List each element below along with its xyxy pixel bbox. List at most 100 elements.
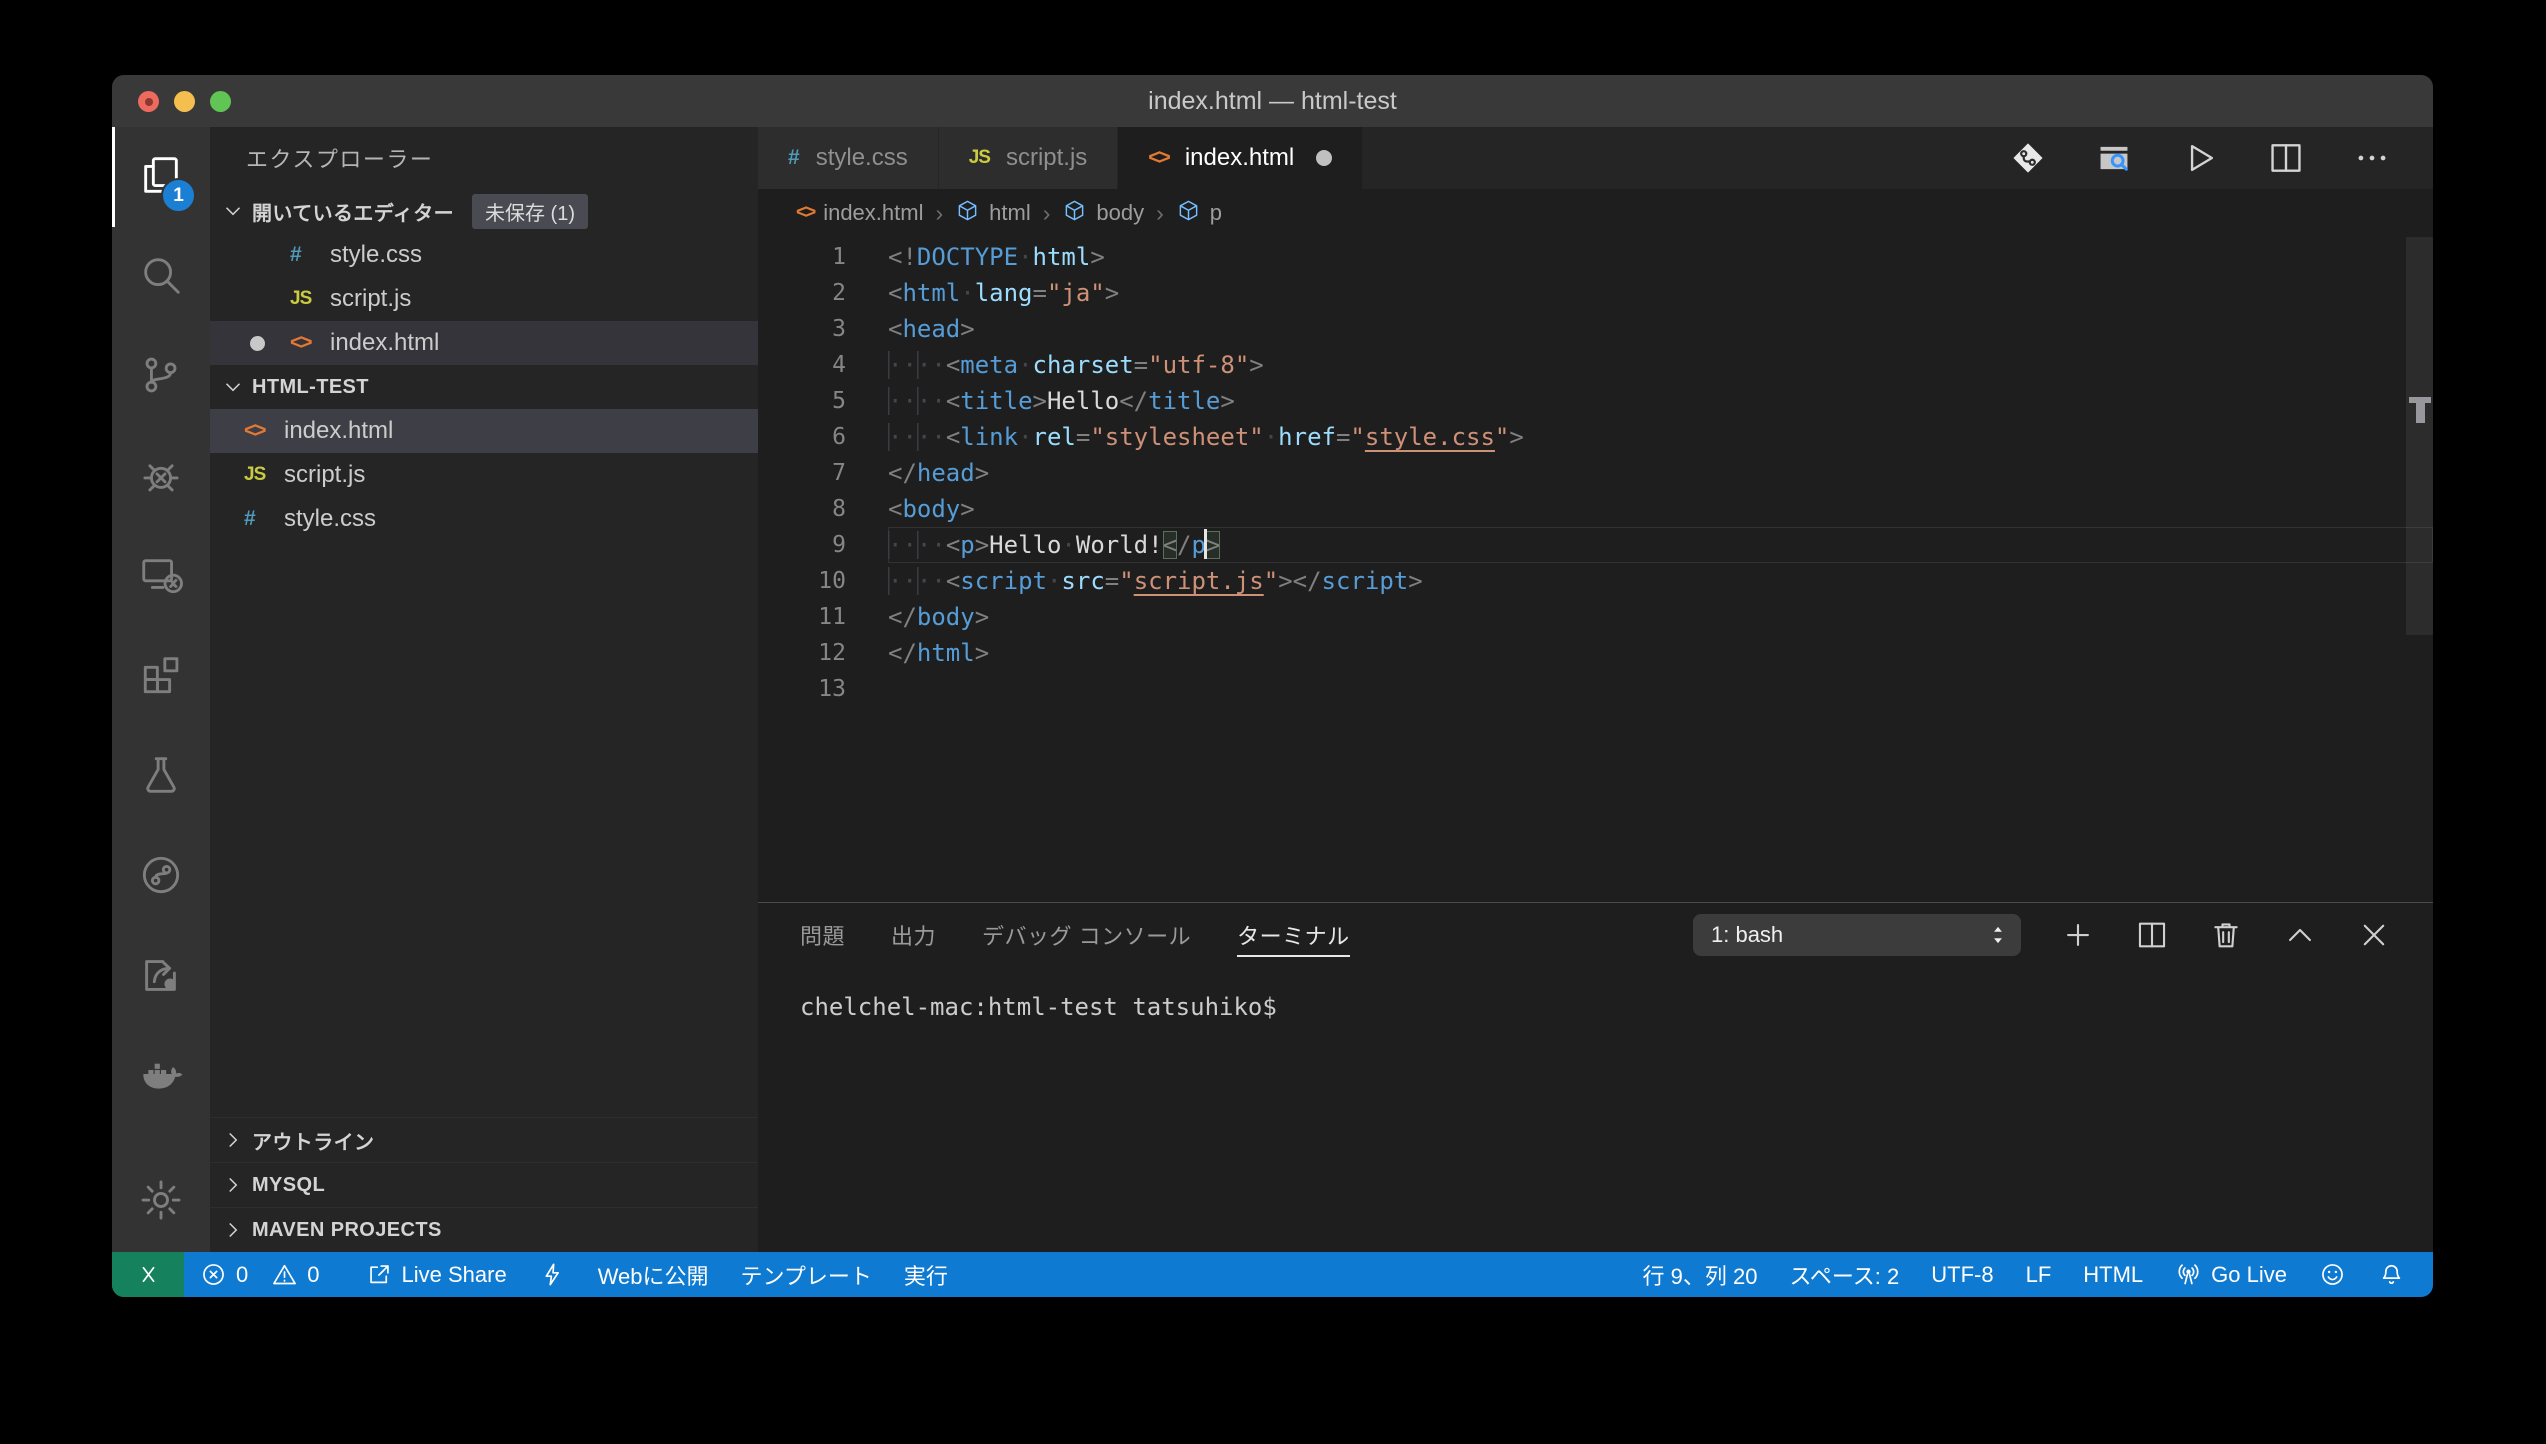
status-language-mode[interactable]: HTML xyxy=(2067,1252,2159,1297)
explorer-sidebar: エクスプローラー 開いているエディター未保存 (1)#style.cssJSsc… xyxy=(210,127,758,1252)
section-maven-projects[interactable]: MAVEN PROJECTS xyxy=(210,1207,758,1252)
status-publish-web[interactable]: Webに公開 xyxy=(582,1252,725,1297)
bell-icon xyxy=(2378,1261,2405,1288)
activity-item-remote-explorer[interactable] xyxy=(112,527,210,627)
status-notifications[interactable] xyxy=(2362,1252,2421,1297)
activity-item-source-control[interactable] xyxy=(112,327,210,427)
open-editors-header[interactable]: 開いているエディター未保存 (1) xyxy=(210,189,758,233)
error-icon xyxy=(200,1261,227,1288)
line-number: 13 xyxy=(758,671,846,707)
section-label: MAVEN PROJECTS xyxy=(252,1219,442,1242)
tab-dirty-dot[interactable] xyxy=(1316,150,1332,166)
breadcrumb-item-index.html[interactable]: <>index.html xyxy=(796,200,923,226)
close-button[interactable] xyxy=(2357,918,2391,952)
activity-item-git-graph[interactable] xyxy=(112,827,210,927)
activity-item-extensions[interactable] xyxy=(112,627,210,727)
panel-tab-デバッグ コンソール[interactable]: デバッグ コンソール xyxy=(982,903,1191,967)
dirty-indicator-slot xyxy=(250,336,290,351)
breadcrumb-item-body[interactable]: body xyxy=(1062,198,1144,229)
more-button[interactable] xyxy=(2353,139,2391,177)
activity-item-live-share[interactable] xyxy=(112,927,210,1027)
tab-index.html[interactable]: <>index.html xyxy=(1118,127,1363,189)
status-indentation[interactable]: スペース: 2 xyxy=(1773,1252,1915,1297)
editor-actions xyxy=(2009,127,2433,189)
tab-script.js[interactable]: JSscript.js xyxy=(939,127,1119,189)
code-line-11: 11</body> xyxy=(758,599,2433,635)
status-encoding[interactable]: UTF-8 xyxy=(1915,1252,2009,1297)
line-number: 12 xyxy=(758,635,846,671)
status-problems[interactable]: 00 xyxy=(184,1252,350,1297)
breadcrumb-label: p xyxy=(1210,200,1222,226)
close-window-button[interactable] xyxy=(138,91,159,112)
section-mysql[interactable]: MYSQL xyxy=(210,1162,758,1207)
open-editor-item[interactable]: #style.css xyxy=(210,233,758,277)
tab-style.css[interactable]: #style.css xyxy=(758,127,939,189)
git-compare-button[interactable] xyxy=(2009,139,2047,177)
status-bolt[interactable] xyxy=(523,1252,582,1297)
terminal-select-value: 1: bash xyxy=(1711,922,1783,948)
code-line-13: 13 xyxy=(758,671,2433,707)
status-eol[interactable]: LF xyxy=(2010,1252,2068,1297)
terminal-select[interactable]: 1: bash xyxy=(1693,914,2021,956)
activity-item-docker[interactable] xyxy=(112,1027,210,1127)
window-title: index.html — html-test xyxy=(1148,87,1397,116)
breadcrumb-item-html[interactable]: html xyxy=(955,198,1031,229)
code-line-2: 2<html·lang="ja"> xyxy=(758,275,2433,311)
line-content: ····<meta·charset="utf-8"> xyxy=(888,347,2433,383)
sidebar-bottom-sections: アウトライン MYSQL MAVEN PROJECTS xyxy=(210,1117,758,1252)
tree-item[interactable]: <>index.html xyxy=(210,409,758,453)
gear-icon xyxy=(138,1177,184,1228)
add-button[interactable] xyxy=(2061,918,2095,952)
zoom-window-button[interactable] xyxy=(210,91,231,112)
close-icon xyxy=(2357,918,2391,952)
folder-header[interactable]: HTML-TEST xyxy=(210,365,758,409)
status-feedback[interactable] xyxy=(2303,1252,2362,1297)
chevron-up-button[interactable] xyxy=(2283,918,2317,952)
status-remote[interactable] xyxy=(112,1252,184,1297)
extensions-icon xyxy=(138,652,184,703)
panel-tab-ターミナル[interactable]: ターミナル xyxy=(1237,903,1350,967)
editor-scrollbar[interactable] xyxy=(2406,237,2433,635)
activity-item-debug[interactable] xyxy=(112,427,210,527)
html-file-icon: <> xyxy=(796,202,814,224)
minimize-window-button[interactable] xyxy=(174,91,195,112)
activity-item-settings[interactable] xyxy=(112,1152,210,1252)
tree-item[interactable]: JSscript.js xyxy=(210,453,758,497)
split-editor-button[interactable] xyxy=(2267,139,2305,177)
split-terminal-button[interactable] xyxy=(2135,918,2169,952)
panel-tab-問題[interactable]: 問題 xyxy=(800,903,845,967)
panel-controls: 1: bash xyxy=(1693,914,2391,956)
panel-tab-出力[interactable]: 出力 xyxy=(891,903,936,967)
open-editor-item[interactable]: JSscript.js xyxy=(210,277,758,321)
open-editor-item[interactable]: <>index.html xyxy=(210,321,758,365)
status-run[interactable]: 実行 xyxy=(888,1252,964,1297)
publish-icon xyxy=(138,952,184,1003)
code-editor[interactable]: 1<!DOCTYPE·html>2<html·lang="ja">3<head>… xyxy=(758,237,2433,902)
status-template[interactable]: テンプレート xyxy=(725,1252,888,1297)
trash-button[interactable] xyxy=(2209,918,2243,952)
terminal[interactable]: chelchel-mac:html-test tatsuhiko$ xyxy=(758,967,2433,1252)
activity-item-search[interactable] xyxy=(112,227,210,327)
panel-tabs-bar: 問題出力デバッグ コンソールターミナル 1: bash xyxy=(758,903,2433,967)
line-number: 8 xyxy=(758,491,846,527)
git-graph-icon xyxy=(138,852,184,903)
remote-sb-icon xyxy=(135,1261,162,1288)
section-アウトライン[interactable]: アウトライン xyxy=(210,1117,758,1162)
line-number: 6 xyxy=(758,419,846,455)
vscode-window: index.html — html-test 1 エクスプローラー 開いているエ… xyxy=(112,75,2433,1297)
run-button[interactable] xyxy=(2181,139,2219,177)
section-label: MYSQL xyxy=(252,1174,325,1197)
status-cursor-position[interactable]: 行 9、列 20 xyxy=(1627,1252,1774,1297)
breadcrumb-item-p[interactable]: p xyxy=(1176,198,1222,229)
status-live-share[interactable]: Live Share xyxy=(350,1252,523,1297)
status-label: 実行 xyxy=(904,1259,948,1291)
sidebar-empty-space xyxy=(210,541,758,1117)
activity-item-testing[interactable] xyxy=(112,727,210,827)
status-go-live[interactable]: Go Live xyxy=(2159,1252,2303,1297)
terminal-prompt: chelchel-mac:html-test tatsuhiko$ xyxy=(800,993,1277,1021)
open-preview-button[interactable] xyxy=(2095,139,2133,177)
tree-item[interactable]: #style.css xyxy=(210,497,758,541)
activity-item-explorer[interactable]: 1 xyxy=(112,127,210,227)
search-icon xyxy=(138,252,184,303)
live-share-icon xyxy=(366,1261,393,1288)
